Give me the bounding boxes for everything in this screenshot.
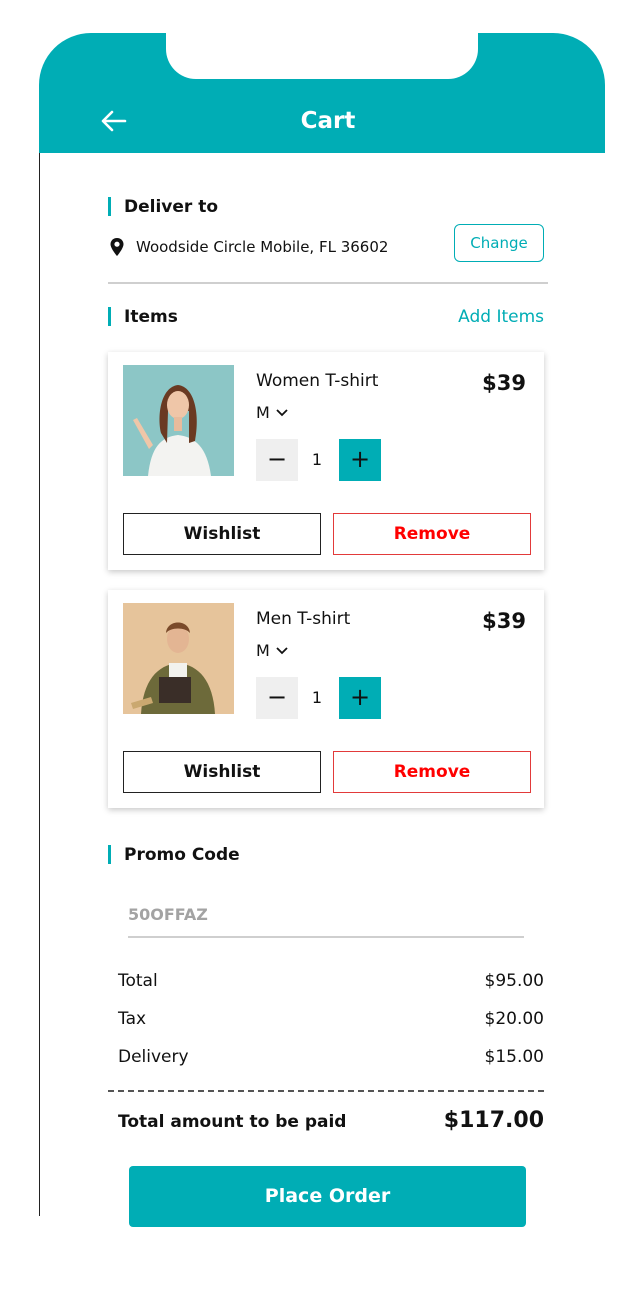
- cart-item-card: Women T-shirt $39 M − 1 + Wishlist Remov…: [108, 352, 544, 570]
- item-price: $39: [482, 609, 526, 633]
- product-image-women-tshirt[interactable]: [123, 365, 234, 476]
- remove-button[interactable]: Remove: [333, 513, 531, 555]
- page-title: Cart: [300, 108, 356, 134]
- summary-label: Total: [118, 971, 158, 991]
- summary-value: $95.00: [484, 971, 544, 991]
- summary-label: Delivery: [118, 1047, 189, 1067]
- add-items-link[interactable]: Add Items: [430, 306, 544, 328]
- promo-code-heading: Promo Code: [108, 844, 240, 866]
- items-heading: Items: [108, 306, 178, 328]
- chevron-down-icon: [276, 409, 288, 417]
- chevron-down-icon: [276, 647, 288, 655]
- product-image-men-tshirt[interactable]: [123, 603, 234, 714]
- location-pin-icon: [110, 238, 124, 256]
- promo-code-input[interactable]: [128, 892, 524, 938]
- summary-value: $20.00: [484, 1009, 544, 1029]
- decrease-quantity-button[interactable]: −: [256, 439, 298, 481]
- increase-quantity-button[interactable]: +: [339, 439, 381, 481]
- phone-notch: [166, 33, 478, 79]
- grand-total-row: Total amount to be paid $117.00: [118, 1108, 544, 1133]
- deliver-to-heading: Deliver to: [108, 196, 218, 218]
- wishlist-button[interactable]: Wishlist: [123, 513, 321, 555]
- size-value: M: [256, 403, 270, 422]
- size-selector[interactable]: M: [256, 402, 288, 424]
- back-button[interactable]: [97, 104, 131, 138]
- size-selector[interactable]: M: [256, 640, 288, 662]
- remove-button[interactable]: Remove: [333, 751, 531, 793]
- change-address-button[interactable]: Change: [454, 224, 544, 262]
- cart-item-card: Men T-shirt $39 M − 1 + Wishlist Remove: [108, 590, 544, 808]
- quantity-value: 1: [311, 688, 323, 707]
- item-name: Women T-shirt: [256, 371, 379, 391]
- summary-row-total: Total $95.00: [118, 969, 544, 993]
- divider: [108, 282, 548, 284]
- grand-total-label: Total amount to be paid: [118, 1112, 347, 1132]
- arrow-left-icon: [101, 110, 127, 132]
- summary-label: Tax: [118, 1009, 147, 1029]
- size-value: M: [256, 641, 270, 660]
- grand-total-value: $117.00: [443, 1108, 544, 1133]
- summary-row-delivery: Delivery $15.00: [118, 1045, 544, 1069]
- item-name: Men T-shirt: [256, 609, 351, 629]
- increase-quantity-button[interactable]: +: [339, 677, 381, 719]
- summary-value: $15.00: [484, 1047, 544, 1067]
- delivery-address: Woodside Circle Mobile, FL 36602: [136, 238, 389, 256]
- dashed-divider: [108, 1090, 544, 1092]
- decrease-quantity-button[interactable]: −: [256, 677, 298, 719]
- quantity-value: 1: [311, 450, 323, 469]
- phone-frame-edge: [39, 150, 40, 1216]
- place-order-button[interactable]: Place Order: [129, 1166, 526, 1227]
- item-price: $39: [482, 371, 526, 395]
- wishlist-button[interactable]: Wishlist: [123, 751, 321, 793]
- summary-row-tax: Tax $20.00: [118, 1007, 544, 1031]
